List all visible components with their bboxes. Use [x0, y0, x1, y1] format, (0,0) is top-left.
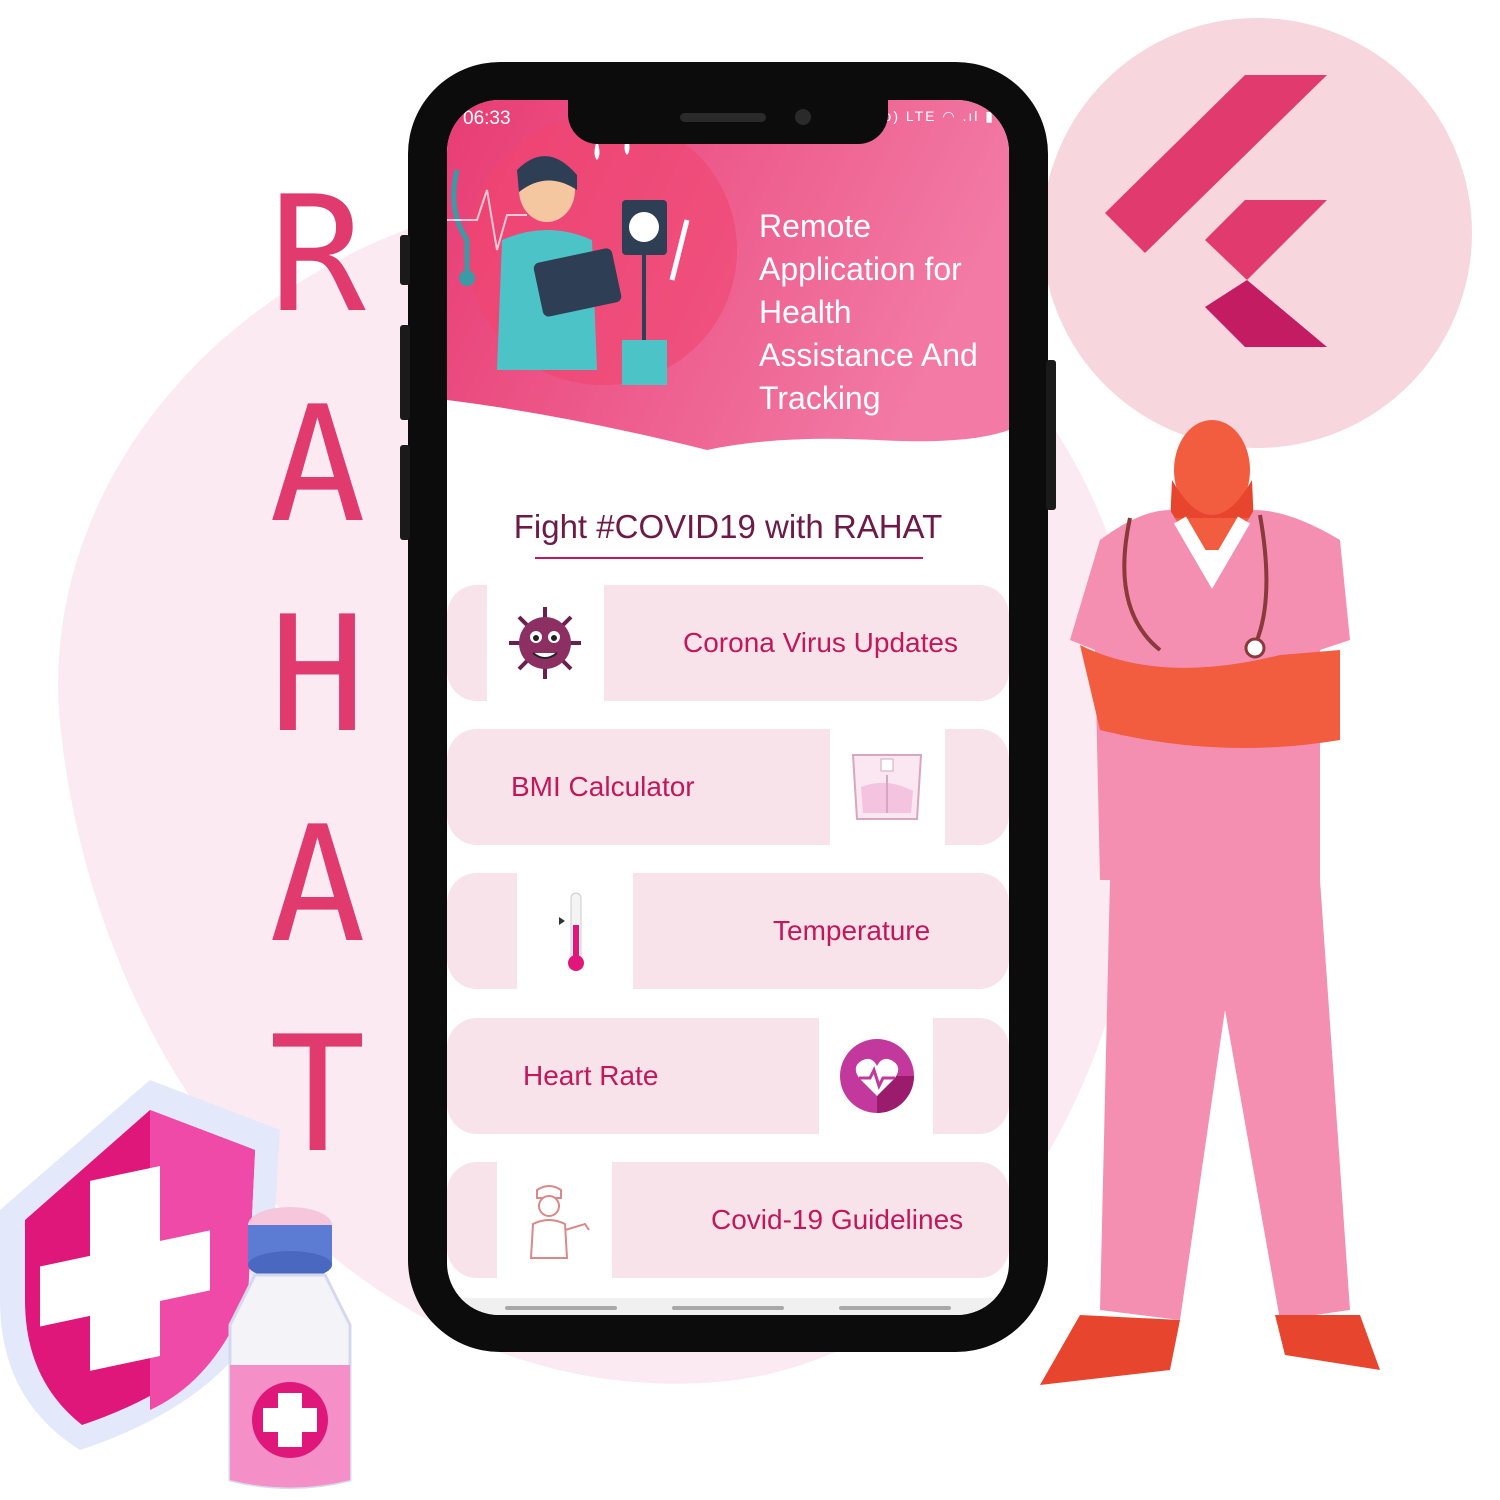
menu-card-bmi[interactable]: BMI Calculator — [447, 729, 1009, 845]
app-subtitle: Remote Application for Health Assistance… — [759, 208, 978, 416]
volume-up-button — [400, 325, 410, 420]
virus-icon — [509, 607, 581, 679]
menu-card-corona-updates[interactable]: Corona Virus Updates — [447, 585, 1009, 701]
nav-indicator[interactable] — [839, 1306, 951, 1310]
flutter-logo — [1105, 75, 1327, 347]
rahat-letter: A — [269, 371, 366, 558]
app-header: 06:33 ✱ Vo) LTE ◠ .ıl ▮ Remote Applicati… — [447, 100, 1009, 460]
app-screen: 06:33 ✱ Vo) LTE ◠ .ıl ▮ Remote Applicati… — [447, 100, 1009, 1315]
card-segment — [945, 729, 1009, 845]
rahat-letter: H — [269, 581, 366, 768]
phone-speaker — [680, 113, 766, 122]
mute-switch — [400, 235, 410, 285]
menu-card-heart-rate[interactable]: Heart Rate — [447, 1018, 1009, 1134]
card-label: Covid-19 Guidelines — [711, 1204, 964, 1235]
vaccine-vial-icon — [228, 1207, 352, 1489]
nurse-illustration — [447, 135, 690, 385]
nav-indicator[interactable] — [505, 1306, 617, 1310]
menu-card-temperature[interactable]: Temperature — [447, 873, 1009, 989]
card-segment — [447, 873, 517, 989]
card-label: Corona Virus Updates — [683, 627, 958, 658]
status-time: 06:33 — [463, 108, 511, 129]
slogan-underline — [535, 557, 923, 559]
menu-card-guidelines[interactable]: Covid-19 Guidelines — [447, 1162, 1009, 1278]
doctor-illustration — [1040, 420, 1380, 1385]
card-segment — [447, 585, 487, 701]
phone-camera — [795, 109, 811, 125]
card-label: Temperature — [773, 915, 931, 946]
power-button — [1046, 360, 1056, 510]
card-segment — [447, 1162, 497, 1278]
rahat-letter: A — [269, 791, 366, 978]
weighing-scale-icon — [851, 754, 923, 820]
volume-down-button — [400, 445, 410, 540]
card-label: Heart Rate — [523, 1060, 659, 1091]
nurse-guide-icon — [529, 1185, 590, 1259]
card-label: BMI Calculator — [511, 771, 695, 802]
slogan: Fight #COVID19 with RAHAT — [513, 508, 943, 545]
rahat-letter: R — [269, 161, 366, 348]
heart-rate-icon — [840, 1039, 914, 1113]
thermometer-icon — [559, 892, 584, 971]
card-segment — [933, 1018, 1009, 1134]
nav-indicator[interactable] — [672, 1306, 784, 1310]
